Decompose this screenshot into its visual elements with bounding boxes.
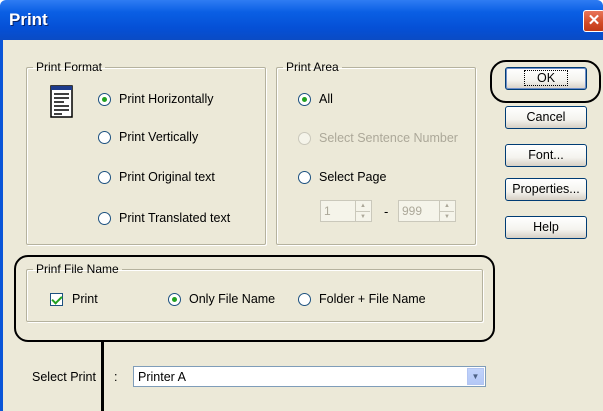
radio-button[interactable]: [298, 170, 311, 184]
page-range-separator: -: [384, 204, 389, 219]
radio-label: Select Sentence Number: [319, 131, 458, 145]
radio-label: Select Page: [319, 170, 387, 184]
select-print-separator: :: [114, 370, 118, 384]
radio-print-vertically[interactable]: Print Vertically: [98, 129, 198, 145]
page-from-spinner[interactable]: 1 ▲ ▼: [320, 200, 372, 222]
spinner-arrows[interactable]: ▲ ▼: [439, 201, 454, 221]
radio-button[interactable]: [98, 130, 111, 144]
printer-select-value: Printer A: [138, 369, 186, 384]
page-from-value: 1: [324, 204, 331, 218]
radio-select-sentence-number[interactable]: Select Sentence Number: [298, 130, 458, 146]
radio-button[interactable]: [98, 92, 111, 106]
print-file-name-highlight: [14, 255, 495, 342]
callout-pointer-line: [101, 341, 104, 411]
help-button[interactable]: Help: [505, 216, 587, 239]
radio-button[interactable]: [98, 170, 111, 184]
cancel-button[interactable]: Cancel: [505, 106, 587, 129]
radio-button[interactable]: [298, 131, 311, 145]
radio-label: Print Vertically: [119, 130, 199, 144]
radio-button[interactable]: [98, 211, 111, 225]
radio-all[interactable]: All: [298, 91, 333, 107]
print-area-legend: Print Area: [286, 60, 339, 74]
page-to-spinner[interactable]: 999 ▲ ▼: [398, 200, 456, 222]
document-lines-icon: [50, 85, 73, 118]
spin-down-icon[interactable]: ▼: [440, 211, 454, 222]
radio-print-translated-text[interactable]: Print Translated text: [98, 210, 230, 226]
spin-down-icon[interactable]: ▼: [356, 211, 370, 222]
font-button[interactable]: Font...: [505, 144, 587, 167]
spin-up-icon[interactable]: ▲: [356, 201, 370, 211]
printer-select[interactable]: Printer A ▼: [133, 366, 486, 387]
window-title: Print: [9, 10, 48, 29]
radio-label: Print Horizontally: [119, 92, 214, 106]
spinner-arrows[interactable]: ▲ ▼: [355, 201, 370, 221]
properties-button[interactable]: Properties...: [505, 178, 587, 201]
radio-print-horizontally[interactable]: Print Horizontally: [98, 91, 213, 107]
radio-label: Print Original text: [119, 170, 215, 184]
ok-button-highlight: [490, 60, 601, 103]
page-to-value: 999: [402, 204, 423, 218]
spin-up-icon[interactable]: ▲: [440, 201, 454, 211]
chevron-down-icon[interactable]: ▼: [467, 368, 484, 385]
title-bar[interactable]: Print ✕: [0, 0, 603, 40]
select-print-label: Select Print: [32, 370, 96, 384]
close-icon: ✕: [587, 12, 601, 29]
radio-label: Print Translated text: [119, 211, 231, 225]
radio-print-original-text[interactable]: Print Original text: [98, 169, 215, 185]
close-button[interactable]: ✕: [583, 10, 603, 32]
radio-select-page[interactable]: Select Page: [298, 169, 386, 185]
radio-label: All: [319, 92, 333, 106]
print-format-legend: Print Format: [36, 60, 103, 74]
radio-button[interactable]: [298, 92, 311, 106]
